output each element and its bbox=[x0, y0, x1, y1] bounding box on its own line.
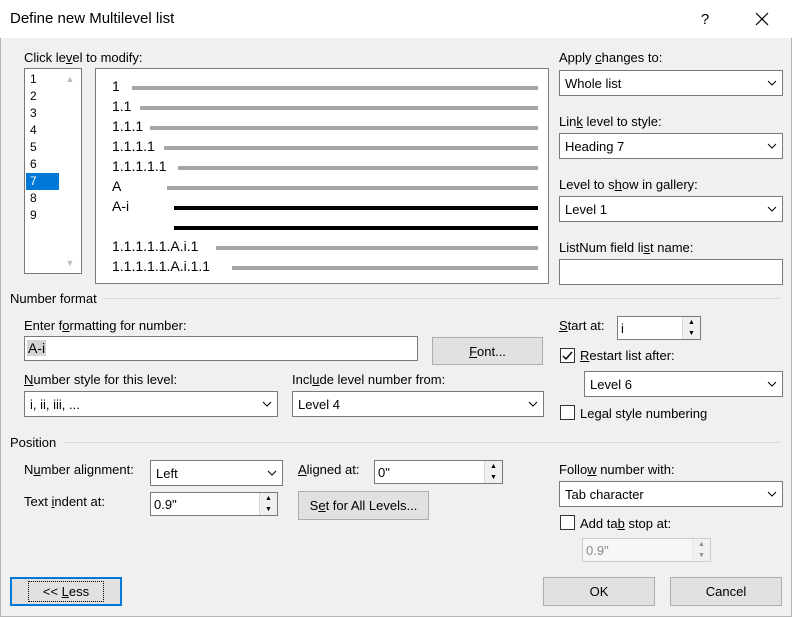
set-for-all-levels-button[interactable]: Set for All Levels... bbox=[298, 491, 429, 520]
chevron-down-icon bbox=[762, 134, 782, 158]
preview-line bbox=[140, 106, 538, 110]
gallery-level-dropdown[interactable]: Level 1 bbox=[559, 196, 783, 222]
preview-line bbox=[150, 126, 538, 130]
text-indent-spinner[interactable]: 0.9" ▲ ▼ bbox=[150, 492, 278, 516]
preview-line bbox=[164, 146, 538, 150]
close-button[interactable] bbox=[736, 0, 788, 38]
level-item[interactable]: 9 bbox=[26, 207, 59, 224]
include-level-dropdown[interactable]: Level 4 bbox=[292, 391, 544, 417]
start-at-label: Start at: bbox=[559, 318, 605, 333]
legal-style-checkbox[interactable] bbox=[560, 405, 575, 420]
level-item[interactable]: 8 bbox=[26, 190, 59, 207]
spin-up-icon[interactable]: ▲ bbox=[485, 461, 502, 472]
level-item[interactable]: 6 bbox=[26, 156, 59, 173]
cancel-button[interactable]: Cancel bbox=[670, 577, 782, 606]
chevron-down-icon bbox=[762, 197, 782, 221]
preview-label: 1 bbox=[112, 78, 120, 94]
spin-down-icon[interactable]: ▼ bbox=[693, 550, 710, 561]
click-level-label: Click level to modify: bbox=[24, 50, 143, 65]
preview-label: A-i bbox=[112, 198, 130, 214]
level-item[interactable]: 5 bbox=[26, 139, 59, 156]
chevron-down-icon bbox=[762, 372, 782, 396]
list-preview: 1 1.1 1.1.1 1.1.1.1 1.1.1.1.1 A A-i 1.1.… bbox=[95, 68, 549, 284]
level-item[interactable]: 4 bbox=[26, 122, 59, 139]
scroll-up-icon[interactable]: ▲ bbox=[59, 71, 81, 87]
chevron-down-icon bbox=[262, 461, 282, 485]
dialog-title: Define new Multilevel list bbox=[10, 10, 175, 27]
follow-number-label: Follow number with: bbox=[559, 462, 675, 477]
preview-label: 1.1.1 bbox=[112, 118, 144, 134]
checkmark-icon bbox=[562, 351, 573, 361]
link-level-label: Link level to style: bbox=[559, 114, 662, 129]
font-button[interactable]: Font... bbox=[432, 337, 543, 365]
section-divider bbox=[104, 298, 781, 299]
preview-line bbox=[232, 266, 538, 270]
apply-changes-dropdown[interactable]: Whole list bbox=[559, 70, 783, 96]
spin-down-icon[interactable]: ▼ bbox=[683, 328, 700, 339]
scroll-down-icon[interactable]: ▼ bbox=[59, 255, 81, 271]
apply-changes-label: Apply changes to: bbox=[559, 50, 663, 65]
preview-line bbox=[132, 86, 538, 90]
preview-label: 1.1.1.1.1.A.i.1 bbox=[112, 238, 199, 254]
number-style-label: Number style for this level: bbox=[24, 372, 178, 387]
level-item[interactable]: 1 bbox=[26, 71, 59, 88]
preview-label: 1.1.1.1 bbox=[112, 138, 155, 154]
spin-down-icon[interactable]: ▼ bbox=[485, 472, 502, 483]
less-button[interactable]: << Less bbox=[10, 577, 122, 606]
spin-up-icon[interactable]: ▲ bbox=[260, 493, 277, 504]
link-level-dropdown[interactable]: Heading 7 bbox=[559, 133, 783, 159]
close-icon bbox=[755, 12, 769, 26]
gallery-level-label: Level to show in gallery: bbox=[559, 177, 698, 192]
spin-down-icon[interactable]: ▼ bbox=[260, 504, 277, 515]
help-icon: ? bbox=[700, 10, 710, 28]
restart-after-dropdown[interactable]: Level 6 bbox=[584, 371, 783, 397]
preview-label: 1.1.1.1.1.A.i.1.1 bbox=[112, 258, 211, 274]
aligned-at-label: Aligned at: bbox=[298, 462, 360, 477]
help-button[interactable]: ? bbox=[688, 0, 722, 38]
enter-formatting-label: Enter formatting for number: bbox=[24, 318, 187, 333]
level-item[interactable]: 3 bbox=[26, 105, 59, 122]
text-indent-label: Text indent at: bbox=[24, 494, 105, 509]
preview-line-current bbox=[174, 206, 538, 210]
spin-up-icon[interactable]: ▲ bbox=[683, 317, 700, 328]
restart-list-label: Restart list after: bbox=[580, 348, 675, 363]
number-format-heading: Number format bbox=[10, 291, 97, 306]
section-divider bbox=[63, 442, 781, 443]
level-item[interactable]: 2 bbox=[26, 88, 59, 105]
number-alignment-dropdown[interactable]: Left bbox=[150, 460, 283, 486]
preview-line-current bbox=[174, 226, 538, 230]
start-at-spinner[interactable]: i ▲ ▼ bbox=[617, 316, 701, 340]
preview-label: A bbox=[112, 178, 122, 194]
tab-stop-spinner[interactable]: 0.9" ▲ ▼ bbox=[582, 538, 711, 562]
listnum-label: ListNum field list name: bbox=[559, 240, 694, 255]
legal-style-label: Legal style numbering bbox=[580, 406, 708, 421]
add-tab-stop-checkbox[interactable] bbox=[560, 515, 575, 530]
preview-label: 1.1.1.1.1 bbox=[112, 158, 167, 174]
listnum-input[interactable] bbox=[559, 259, 783, 285]
ok-button[interactable]: OK bbox=[543, 577, 655, 606]
chevron-down-icon bbox=[762, 71, 782, 95]
preview-line bbox=[167, 186, 538, 190]
spin-up-icon[interactable]: ▲ bbox=[693, 539, 710, 550]
level-item-selected[interactable]: 7 bbox=[26, 173, 59, 190]
preview-line bbox=[216, 246, 538, 250]
follow-number-dropdown[interactable]: Tab character bbox=[559, 481, 783, 507]
aligned-at-spinner[interactable]: 0" ▲ ▼ bbox=[374, 460, 503, 484]
preview-label: 1.1 bbox=[112, 98, 132, 114]
chevron-down-icon bbox=[523, 392, 543, 416]
position-heading: Position bbox=[10, 435, 57, 450]
level-listbox[interactable]: 1 2 3 4 5 6 7 8 9 ▲ ▼ bbox=[24, 68, 82, 274]
restart-list-checkbox[interactable] bbox=[560, 348, 575, 363]
preview-line bbox=[178, 166, 538, 170]
number-style-dropdown[interactable]: i, ii, iii, ... bbox=[24, 391, 278, 417]
number-format-input[interactable]: A-i bbox=[24, 336, 418, 361]
chevron-down-icon bbox=[762, 482, 782, 506]
level-scrollbar[interactable]: ▲ ▼ bbox=[59, 69, 81, 273]
chevron-down-icon bbox=[257, 392, 277, 416]
number-alignment-label: Number alignment: bbox=[24, 462, 134, 477]
add-tab-stop-label: Add tab stop at: bbox=[580, 516, 672, 531]
include-level-label: Include level number from: bbox=[292, 372, 446, 387]
